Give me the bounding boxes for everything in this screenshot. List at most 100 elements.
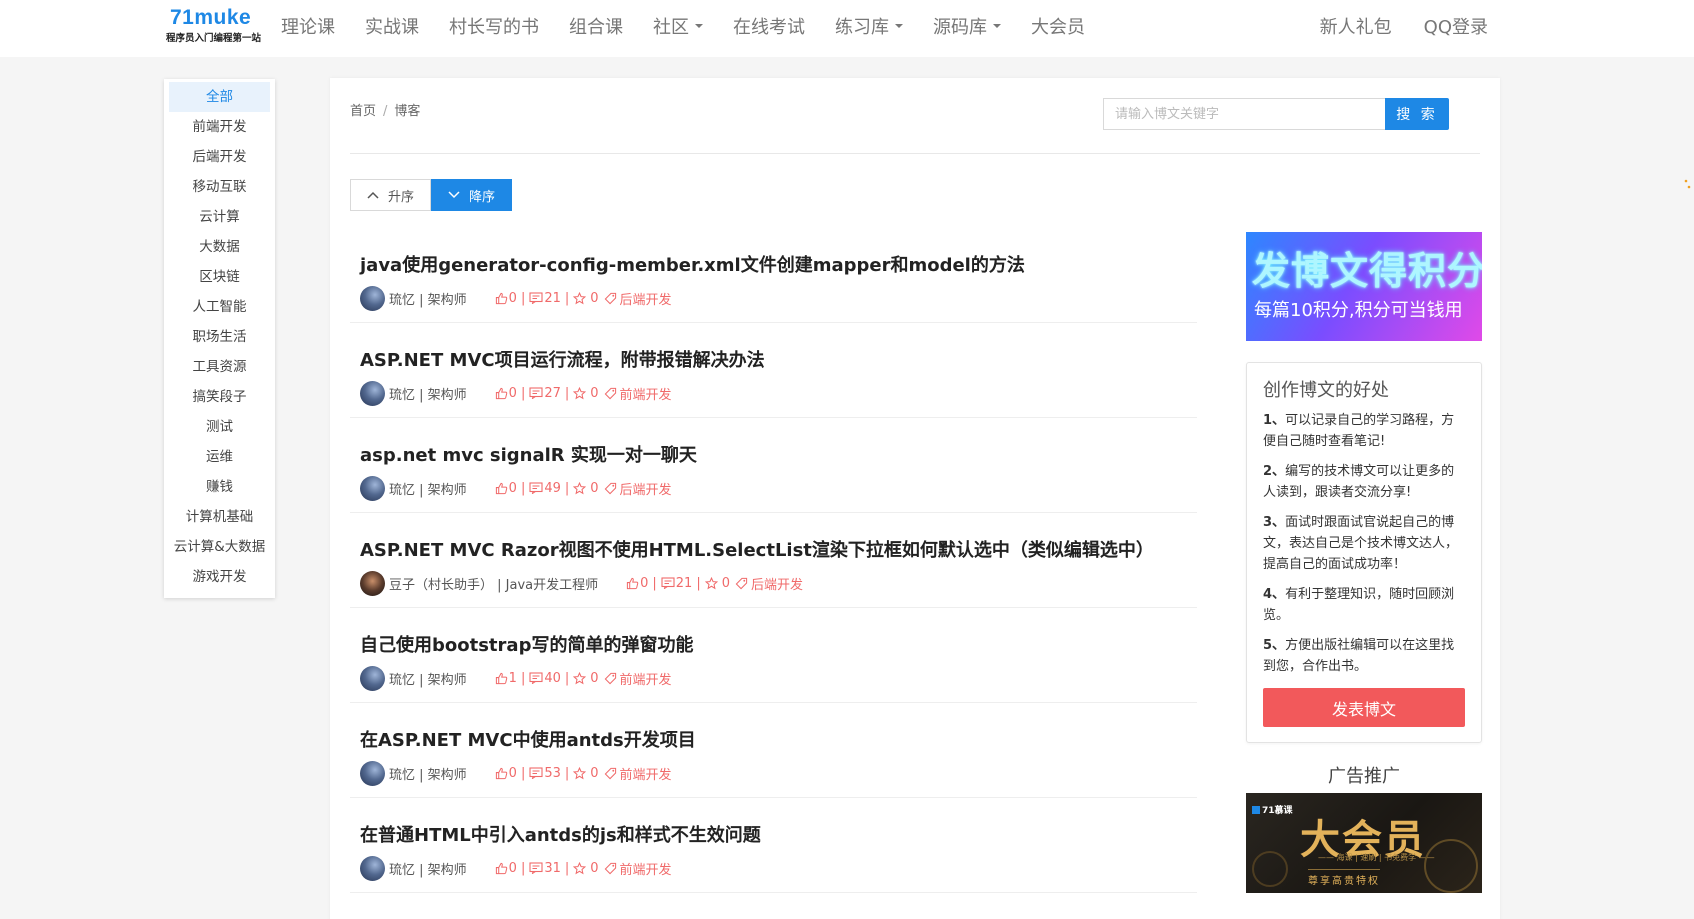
nav-item-1[interactable]: 实战课 — [365, 13, 419, 39]
avatar[interactable] — [360, 760, 385, 786]
category-sidebar: 全部 前端开发 后端开发 移动互联 云计算 大数据 区块链 人工智能 职场生活 工具资源 搞笑段子测… — [164, 79, 275, 598]
site-logo[interactable]: 71muke 程序员入门编程第一站 — [166, 6, 266, 50]
avatar[interactable] — [360, 380, 385, 406]
promo-banner[interactable]: 发博文得积分 每篇10积分,积分可当钱用 — [1246, 232, 1482, 341]
comment-count: 31 — [544, 860, 561, 876]
avatar[interactable] — [360, 285, 385, 311]
article-category[interactable]: 前端开发 — [604, 384, 672, 403]
article-title-link[interactable]: ASP.NET MVC项目运行流程，附带报错解决办法 — [360, 346, 765, 372]
sidebar-category-1[interactable]: 前端开发 — [169, 112, 270, 142]
sidebar-category-15[interactable]: 云计算&大数据 — [169, 532, 270, 562]
article-category[interactable]: 后端开发 — [604, 479, 672, 498]
benefit-dot: 、 — [1272, 464, 1286, 479]
article-title-link[interactable]: java使用generator-config-member.xml文件创建map… — [360, 251, 1025, 277]
article-category[interactable]: 前端开发 — [604, 764, 672, 783]
stat-separator: | — [652, 575, 657, 591]
ad-banner[interactable]: 71慕课 大会员 —— 海课 | 速刷 | 书免费学 —— 尊享高贵特权 — [1246, 793, 1482, 893]
sidebar-category-9[interactable]: 工具资源 — [169, 352, 270, 382]
benefit-dot: 、 — [1272, 413, 1286, 428]
sidebar-category-3[interactable]: 移动互联 — [169, 172, 270, 202]
sidebar-category-13[interactable]: 赚钱 — [169, 472, 270, 502]
article-category-label: 后端开发 — [619, 482, 672, 498]
avatar[interactable] — [360, 570, 385, 596]
author-name[interactable]: 琉忆 | 架构师 — [389, 289, 467, 308]
avatar[interactable] — [360, 475, 385, 501]
article-title-link[interactable]: 自己使用bootstrap写的简单的弹窗功能 — [360, 631, 693, 657]
qq-login-link[interactable]: QQ登录 — [1424, 13, 1488, 39]
avatar[interactable] — [360, 665, 385, 691]
sidebar-category-7[interactable]: 人工智能 — [169, 292, 270, 322]
nav-item-6[interactable]: 练习库 — [835, 13, 903, 39]
author-name[interactable]: 琉忆 | 架构师 — [389, 384, 467, 403]
article-category-label: 前端开发 — [619, 387, 672, 403]
author-name[interactable]: 琉忆 | 架构师 — [389, 669, 467, 688]
author-name[interactable]: 琉忆 | 架构师 — [389, 859, 467, 878]
benefit-number: 5 — [1263, 638, 1273, 653]
sidebar-category-11[interactable]: 测试 — [169, 412, 270, 442]
sidebar-category-0[interactable]: 全部 — [169, 82, 270, 112]
nav-item-7[interactable]: 源码库 — [933, 13, 1001, 39]
thumbs-up-icon — [495, 482, 507, 494]
publish-post-button[interactable]: 发表博文 — [1263, 688, 1465, 727]
nav-item-5[interactable]: 在线考试 — [733, 13, 805, 39]
tag-icon — [604, 862, 616, 874]
comment-icon — [529, 672, 543, 684]
nav-item-3[interactable]: 组合课 — [569, 13, 623, 39]
author-name[interactable]: 琉忆 | 架构师 — [389, 764, 467, 783]
article-stats: 0 | 31 | 0 前端开发 — [495, 859, 672, 878]
like-count: 0 — [508, 860, 517, 876]
author-name[interactable]: 琉忆 | 架构师 — [389, 479, 467, 498]
benefit-item: 2、编写的技术博文可以让更多的人读到，跟读者交流分享! — [1263, 461, 1465, 503]
nav-item-8[interactable]: 大会员 — [1031, 13, 1085, 39]
stat-separator: | — [564, 860, 570, 876]
nav-item-label: 理论课 — [281, 17, 335, 38]
sort-desc-button[interactable]: 降序 — [431, 179, 512, 211]
search-input[interactable] — [1103, 98, 1385, 130]
benefit-dot: 、 — [1272, 638, 1286, 653]
nav-item-label: 在线考试 — [733, 17, 805, 38]
sidebar-category-6[interactable]: 区块链 — [169, 262, 270, 292]
benefit-text: 编写的技术博文可以让更多的人读到，跟读者交流分享! — [1263, 464, 1455, 500]
search-button[interactable]: 搜 索 — [1385, 98, 1449, 130]
sort-asc-button[interactable]: 升序 — [350, 179, 431, 211]
star-count: 0 — [721, 575, 730, 591]
article-category[interactable]: 前端开发 — [604, 669, 672, 688]
article-title-link[interactable]: ASP.NET MVC Razor视图不使用HTML.SelectList渲染下… — [360, 536, 1154, 562]
author-name[interactable]: 豆子（村长助手） | Java开发工程师 — [389, 574, 598, 593]
comment-icon — [529, 387, 543, 399]
sidebar-category-8[interactable]: 职场生活 — [169, 322, 270, 352]
nav-item-0[interactable]: 理论课 — [281, 13, 335, 39]
nav-item-4[interactable]: 社区 — [653, 13, 703, 39]
ad-footer: 尊享高贵特权 — [1308, 869, 1380, 887]
article-category[interactable]: 后端开发 — [735, 574, 803, 593]
article-meta: 琉忆 | 架构师 1 | 40 | 0 前端开发 — [360, 665, 672, 691]
breadcrumb-home[interactable]: 首页 — [350, 104, 376, 119]
article-meta: 豆子（村长助手） | Java开发工程师 0 | 21 | 0 后端开发 — [360, 570, 803, 596]
article-title-link[interactable]: asp.net mvc signalR 实现一对一聊天 — [360, 441, 697, 467]
article-category-label: 前端开发 — [619, 862, 672, 878]
article-category[interactable]: 前端开发 — [604, 859, 672, 878]
sidebar-category-14[interactable]: 计算机基础 — [169, 502, 270, 532]
article-title-link[interactable]: 在ASP.NET MVC中使用antds开发项目 — [360, 726, 696, 752]
sidebar-category-12[interactable]: 运维 — [169, 442, 270, 472]
star-icon — [573, 671, 587, 684]
article-title-link[interactable]: 在普通HTML中引入antds的js和样式不生效问题 — [360, 821, 761, 847]
article-category[interactable]: 后端开发 — [604, 289, 672, 308]
sidebar-category-16[interactable]: 游戏开发 — [169, 562, 270, 592]
avatar[interactable] — [360, 855, 385, 881]
nav-item-2[interactable]: 村长写的书 — [449, 13, 539, 39]
new-user-gift-link[interactable]: 新人礼包 — [1320, 13, 1392, 39]
stat-separator: | — [520, 670, 526, 686]
blog-panel: 首页 / 博客 搜 索 升序 降序 java使用generator-config-m… — [330, 78, 1500, 919]
stat-separator: | — [564, 385, 570, 401]
sidebar-category-2[interactable]: 后端开发 — [169, 142, 270, 172]
sidebar-category-5[interactable]: 大数据 — [169, 232, 270, 262]
comment-icon — [529, 767, 543, 779]
article-category-label: 后端开发 — [619, 292, 672, 308]
flower-decoration-icon — [1424, 839, 1478, 893]
article-stats: 0 | 21 | 0 后端开发 — [626, 574, 803, 593]
article-category-label: 前端开发 — [619, 767, 672, 783]
sidebar-category-10[interactable]: 搞笑段子 — [169, 382, 270, 412]
article-row: 在ASP.NET MVC中使用antds开发项目 琉忆 | 架构师 0 | 53 | 0 前端… — [350, 703, 1197, 798]
sidebar-category-4[interactable]: 云计算 — [169, 202, 270, 232]
